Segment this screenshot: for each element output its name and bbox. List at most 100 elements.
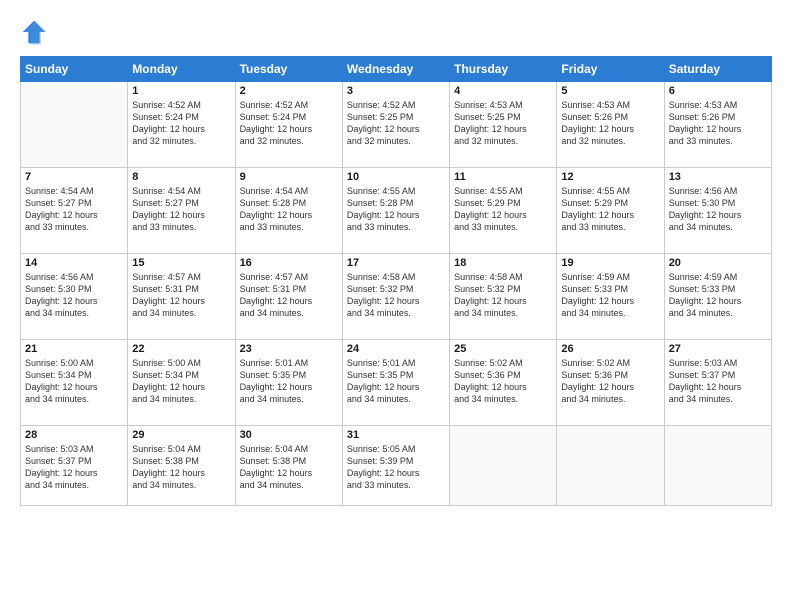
calendar-cell: 9 Sunrise: 4:54 AM Sunset: 5:28 PM Daylig…: [235, 168, 342, 254]
calendar-cell: [450, 426, 557, 506]
day-info: Sunrise: 4:59 AM Sunset: 5:33 PM Dayligh…: [669, 271, 767, 320]
day-number: 24: [347, 343, 445, 355]
calendar-cell: 5 Sunrise: 4:53 AM Sunset: 5:26 PM Daylig…: [557, 82, 664, 168]
day-info: Sunrise: 4:54 AM Sunset: 5:27 PM Dayligh…: [132, 185, 230, 234]
calendar-cell: [664, 426, 771, 506]
day-info: Sunrise: 4:52 AM Sunset: 5:25 PM Dayligh…: [347, 99, 445, 148]
day-number: 21: [25, 343, 123, 355]
calendar-cell: 4 Sunrise: 4:53 AM Sunset: 5:25 PM Daylig…: [450, 82, 557, 168]
header-row: SundayMondayTuesdayWednesdayThursdayFrid…: [21, 57, 772, 82]
day-number: 30: [240, 429, 338, 441]
day-number: 13: [669, 171, 767, 183]
calendar-cell: 27Sunrise: 5:03 AM Sunset: 5:37 PM Dayli…: [664, 340, 771, 426]
page: SundayMondayTuesdayWednesdayThursdayFrid…: [0, 0, 792, 612]
day-info: Sunrise: 4:55 AM Sunset: 5:29 PM Dayligh…: [561, 185, 659, 234]
day-number: 23: [240, 343, 338, 355]
calendar-cell: 6 Sunrise: 4:53 AM Sunset: 5:26 PM Daylig…: [664, 82, 771, 168]
calendar-cell: 21 Sunrise: 5:00 AM Sunset: 5:34 PM Dayli…: [21, 340, 128, 426]
day-header-saturday: Saturday: [664, 57, 771, 82]
week-row-1: 1 Sunrise: 4:52 AM Sunset: 5:24 PM Daylig…: [21, 82, 772, 168]
calendar-cell: 14 Sunrise: 4:56 AM Sunset: 5:30 PM Dayli…: [21, 254, 128, 340]
calendar-cell: 20 Sunrise: 4:59 AM Sunset: 5:33 PM Dayli…: [664, 254, 771, 340]
logo: [20, 18, 52, 46]
day-number: 10: [347, 171, 445, 183]
day-info: Sunrise: 5:02 AM Sunset: 5:36 PM Dayligh…: [454, 357, 552, 406]
day-info: Sunrise: 5:01 AM Sunset: 5:35 PM Dayligh…: [240, 357, 338, 406]
calendar-cell: 23 Sunrise: 5:01 AM Sunset: 5:35 PM Dayli…: [235, 340, 342, 426]
week-row-5: 28 Sunrise: 5:03 AM Sunset: 5:37 PM Dayli…: [21, 426, 772, 506]
day-number: 31: [347, 429, 445, 441]
day-info: Sunrise: 4:53 AM Sunset: 5:26 PM Dayligh…: [561, 99, 659, 148]
day-info: Sunrise: 4:58 AM Sunset: 5:32 PM Dayligh…: [454, 271, 552, 320]
day-info: Sunrise: 5:05 AM Sunset: 5:39 PM Dayligh…: [347, 443, 445, 492]
day-info: Sunrise: 4:54 AM Sunset: 5:27 PM Dayligh…: [25, 185, 123, 234]
calendar-cell: 17Sunrise: 4:58 AM Sunset: 5:32 PM Dayli…: [342, 254, 449, 340]
day-info: Sunrise: 4:53 AM Sunset: 5:26 PM Dayligh…: [669, 99, 767, 148]
day-info: Sunrise: 4:55 AM Sunset: 5:28 PM Dayligh…: [347, 185, 445, 234]
day-number: 9: [240, 171, 338, 183]
day-info: Sunrise: 4:54 AM Sunset: 5:28 PM Dayligh…: [240, 185, 338, 234]
day-info: Sunrise: 4:56 AM Sunset: 5:30 PM Dayligh…: [669, 185, 767, 234]
calendar-cell: 16 Sunrise: 4:57 AM Sunset: 5:31 PM Dayli…: [235, 254, 342, 340]
day-number: 2: [240, 85, 338, 97]
day-info: Sunrise: 5:04 AM Sunset: 5:38 PM Dayligh…: [132, 443, 230, 492]
calendar-cell: 30 Sunrise: 5:04 AM Sunset: 5:38 PM Dayli…: [235, 426, 342, 506]
day-info: Sunrise: 4:56 AM Sunset: 5:30 PM Dayligh…: [25, 271, 123, 320]
day-info: Sunrise: 5:03 AM Sunset: 5:37 PM Dayligh…: [25, 443, 123, 492]
day-header-thursday: Thursday: [450, 57, 557, 82]
calendar-table: SundayMondayTuesdayWednesdayThursdayFrid…: [20, 56, 772, 506]
day-number: 11: [454, 171, 552, 183]
day-info: Sunrise: 5:02 AM Sunset: 5:36 PM Dayligh…: [561, 357, 659, 406]
day-number: 5: [561, 85, 659, 97]
day-number: 7: [25, 171, 123, 183]
week-row-4: 21 Sunrise: 5:00 AM Sunset: 5:34 PM Dayli…: [21, 340, 772, 426]
week-row-3: 14 Sunrise: 4:56 AM Sunset: 5:30 PM Dayli…: [21, 254, 772, 340]
day-number: 18: [454, 257, 552, 269]
calendar-cell: 28 Sunrise: 5:03 AM Sunset: 5:37 PM Dayli…: [21, 426, 128, 506]
day-number: 16: [240, 257, 338, 269]
day-number: 15: [132, 257, 230, 269]
calendar-cell: 7 Sunrise: 4:54 AM Sunset: 5:27 PM Daylig…: [21, 168, 128, 254]
calendar-cell: 3 Sunrise: 4:52 AM Sunset: 5:25 PM Daylig…: [342, 82, 449, 168]
day-number: 20: [669, 257, 767, 269]
day-info: Sunrise: 5:00 AM Sunset: 5:34 PM Dayligh…: [25, 357, 123, 406]
day-number: 12: [561, 171, 659, 183]
calendar-cell: 29 Sunrise: 5:04 AM Sunset: 5:38 PM Dayli…: [128, 426, 235, 506]
logo-icon: [20, 18, 48, 46]
day-info: Sunrise: 4:55 AM Sunset: 5:29 PM Dayligh…: [454, 185, 552, 234]
calendar-cell: 12 Sunrise: 4:55 AM Sunset: 5:29 PM Dayli…: [557, 168, 664, 254]
calendar-cell: 31 Sunrise: 5:05 AM Sunset: 5:39 PM Dayli…: [342, 426, 449, 506]
day-header-friday: Friday: [557, 57, 664, 82]
day-info: Sunrise: 5:04 AM Sunset: 5:38 PM Dayligh…: [240, 443, 338, 492]
day-number: 17: [347, 257, 445, 269]
day-info: Sunrise: 5:01 AM Sunset: 5:35 PM Dayligh…: [347, 357, 445, 406]
day-info: Sunrise: 4:52 AM Sunset: 5:24 PM Dayligh…: [240, 99, 338, 148]
day-header-wednesday: Wednesday: [342, 57, 449, 82]
calendar-cell: 2 Sunrise: 4:52 AM Sunset: 5:24 PM Daylig…: [235, 82, 342, 168]
day-number: 19: [561, 257, 659, 269]
day-number: 26: [561, 343, 659, 355]
day-number: 29: [132, 429, 230, 441]
day-header-monday: Monday: [128, 57, 235, 82]
day-info: Sunrise: 4:53 AM Sunset: 5:25 PM Dayligh…: [454, 99, 552, 148]
day-number: 8: [132, 171, 230, 183]
day-number: 6: [669, 85, 767, 97]
day-number: 14: [25, 257, 123, 269]
calendar-cell: [557, 426, 664, 506]
calendar-cell: 15 Sunrise: 4:57 AM Sunset: 5:31 PM Dayli…: [128, 254, 235, 340]
calendar-cell: 10 Sunrise: 4:55 AM Sunset: 5:28 PM Dayli…: [342, 168, 449, 254]
day-number: 1: [132, 85, 230, 97]
calendar-cell: 22Sunrise: 5:00 AM Sunset: 5:34 PM Dayli…: [128, 340, 235, 426]
header: [20, 18, 772, 46]
day-number: 3: [347, 85, 445, 97]
day-number: 22: [132, 343, 230, 355]
day-info: Sunrise: 4:57 AM Sunset: 5:31 PM Dayligh…: [132, 271, 230, 320]
calendar-cell: 24 Sunrise: 5:01 AM Sunset: 5:35 PM Dayli…: [342, 340, 449, 426]
day-info: Sunrise: 4:57 AM Sunset: 5:31 PM Dayligh…: [240, 271, 338, 320]
day-number: 28: [25, 429, 123, 441]
calendar-cell: 26 Sunrise: 5:02 AM Sunset: 5:36 PM Dayli…: [557, 340, 664, 426]
day-number: 4: [454, 85, 552, 97]
calendar-cell: 13 Sunrise: 4:56 AM Sunset: 5:30 PM Dayli…: [664, 168, 771, 254]
day-info: Sunrise: 5:03 AM Sunset: 5:37 PM Dayligh…: [669, 357, 767, 406]
calendar-cell: 18 Sunrise: 4:58 AM Sunset: 5:32 PM Dayli…: [450, 254, 557, 340]
